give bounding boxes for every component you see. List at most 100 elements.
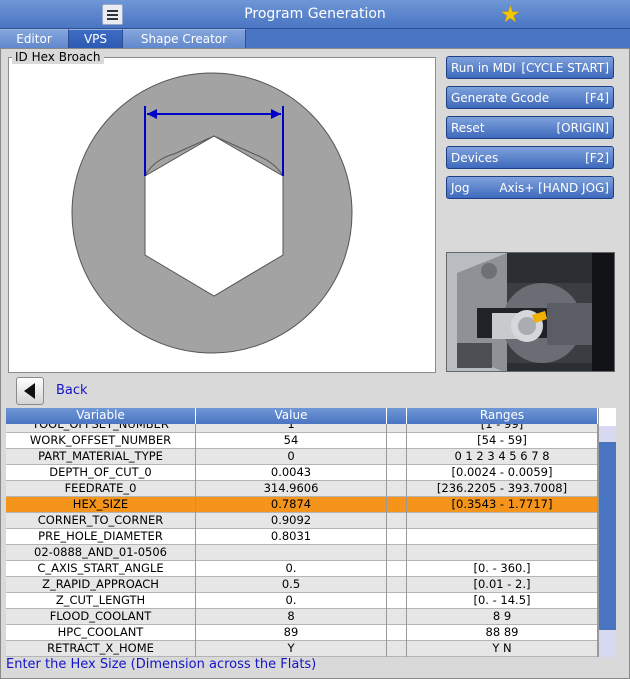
value-cell[interactable]: 0.0043 [196, 465, 387, 481]
value-cell[interactable]: 0.7874 [196, 497, 387, 513]
table-row[interactable]: PART_MATERIAL_TYPE 0 0 1 2 3 4 5 6 7 8 [6, 449, 598, 465]
header-ranges: Ranges [407, 408, 598, 424]
value-cell[interactable]: 0.8031 [196, 529, 387, 545]
table-header: Variable Value Ranges [6, 408, 598, 424]
value-cell[interactable]: 8 [196, 609, 387, 625]
table-row[interactable]: TOOL_OFFSET_NUMBER 1 [1 - 99] [6, 424, 598, 433]
range-cell: [0. - 14.5] [407, 593, 598, 609]
value-cell[interactable]: 1 [196, 424, 387, 433]
star-icon[interactable]: ★ [500, 2, 521, 28]
range-cell: [0.3543 - 1.7717] [407, 497, 598, 513]
range-cell: [54 - 59] [407, 433, 598, 449]
range-cell: [236.2205 - 393.7008] [407, 481, 598, 497]
value-cell[interactable] [196, 545, 387, 561]
button-label: Run in MDI [451, 61, 516, 75]
range-cell: [0.01 - 2.] [407, 577, 598, 593]
range-cell: 0 1 2 3 4 5 6 7 8 [407, 449, 598, 465]
button-shortcut: [ORIGIN] [556, 121, 610, 135]
generate-gcode-button[interactable]: Generate Gcode [F4] [446, 86, 614, 109]
table-row[interactable]: CORNER_TO_CORNER 0.9092 [6, 513, 598, 529]
variable-cell: TOOL_OFFSET_NUMBER [6, 424, 196, 433]
spacer-cell [387, 465, 407, 481]
variable-cell: HEX_SIZE [6, 497, 196, 513]
spacer-cell [387, 529, 407, 545]
spacer-cell [387, 593, 407, 609]
table-row[interactable]: FLOOD_COOLANT 8 8 9 [6, 609, 598, 625]
tab-vps[interactable]: VPS [69, 29, 123, 48]
header-spacer [387, 408, 407, 424]
back-button[interactable] [16, 377, 44, 405]
range-cell: [0. - 360.] [407, 561, 598, 577]
range-cell: Y N [407, 641, 598, 657]
table-row[interactable]: RETRACT_X_HOME Y Y N [6, 641, 598, 657]
header-value: Value [196, 408, 387, 424]
range-cell: [0.0024 - 0.0059] [407, 465, 598, 481]
value-cell[interactable]: 0.9092 [196, 513, 387, 529]
range-cell [407, 513, 598, 529]
variable-cell: Z_CUT_LENGTH [6, 593, 196, 609]
variable-cell: C_AXIS_START_ANGLE [6, 561, 196, 577]
table-scrollbar[interactable] [598, 408, 616, 657]
value-cell[interactable]: 0 [196, 449, 387, 465]
tab-bar: Editor VPS Shape Creator [0, 29, 630, 48]
run-in-mdi-button[interactable]: Run in MDI [CYCLE START] [446, 56, 614, 79]
variable-cell: PRE_HOLE_DIAMETER [6, 529, 196, 545]
value-cell[interactable]: 314.9606 [196, 481, 387, 497]
table-row[interactable]: Z_CUT_LENGTH 0. [0. - 14.5] [6, 593, 598, 609]
variable-cell: FLOOD_COOLANT [6, 609, 196, 625]
value-cell[interactable]: Y [196, 641, 387, 657]
spacer-cell [387, 424, 407, 433]
spacer-cell [387, 497, 407, 513]
table-row[interactable]: C_AXIS_START_ANGLE 0. [0. - 360.] [6, 561, 598, 577]
button-shortcut: [CYCLE START] [521, 61, 609, 75]
table-row-selected[interactable]: HEX_SIZE 0.7874 [0.3543 - 1.7717] [6, 497, 598, 513]
button-label: Generate Gcode [451, 91, 550, 105]
table-row[interactable]: FEEDRATE_0 314.9606 [236.2205 - 393.7008] [6, 481, 598, 497]
value-cell[interactable]: 0.5 [196, 577, 387, 593]
table-row[interactable]: HPC_COOLANT 89 88 89 [6, 625, 598, 641]
table-body: TOOL_OFFSET_NUMBER 1 [1 - 99] WORK_OFFSET_N… [6, 424, 598, 657]
status-message: Enter the Hex Size (Dimension across the… [6, 657, 317, 672]
range-cell: 8 9 [407, 609, 598, 625]
back-arrow-icon [24, 383, 35, 399]
table-row[interactable]: WORK_OFFSET_NUMBER 54 [54 - 59] [6, 433, 598, 449]
range-cell [407, 545, 598, 561]
variable-cell: HPC_COOLANT [6, 625, 196, 641]
hex-broach-diagram [14, 66, 410, 364]
variable-cell: 02-0888_AND_01-0506 [6, 545, 196, 561]
spacer-cell [387, 609, 407, 625]
spacer-cell [387, 481, 407, 497]
devices-button[interactable]: Devices [F2] [446, 146, 614, 169]
value-cell[interactable]: 0. [196, 561, 387, 577]
header-variable: Variable [6, 408, 196, 424]
table-row[interactable]: PRE_HOLE_DIAMETER 0.8031 [6, 529, 598, 545]
table-row[interactable]: 02-0888_AND_01-0506 [6, 545, 598, 561]
button-label: Reset [451, 121, 485, 135]
reset-button[interactable]: Reset [ORIGIN] [446, 116, 614, 139]
spacer-cell [387, 545, 407, 561]
button-label: Devices [451, 151, 499, 165]
spacer-cell [387, 449, 407, 465]
value-cell[interactable]: 89 [196, 625, 387, 641]
value-cell[interactable]: 0. [196, 593, 387, 609]
button-shortcut: Axis+ [HAND JOG] [499, 181, 609, 195]
tab-editor[interactable]: Editor [0, 29, 69, 48]
variable-cell: Z_RAPID_APPROACH [6, 577, 196, 593]
spacer-cell [387, 513, 407, 529]
table-row[interactable]: Z_RAPID_APPROACH 0.5 [0.01 - 2.] [6, 577, 598, 593]
button-label: Jog [451, 181, 470, 195]
table-row[interactable]: DEPTH_OF_CUT_0 0.0043 [0.0024 - 0.0059] [6, 465, 598, 481]
tab-shape-creator[interactable]: Shape Creator [123, 29, 246, 48]
range-cell: 88 89 [407, 625, 598, 641]
panel-title: ID Hex Broach [12, 50, 104, 64]
back-link[interactable]: Back [56, 383, 88, 398]
window-title: Program Generation [244, 6, 386, 22]
button-shortcut: [F4] [585, 91, 609, 105]
value-cell[interactable]: 54 [196, 433, 387, 449]
machine-preview-image [446, 252, 615, 372]
spacer-cell [387, 433, 407, 449]
jog-button[interactable]: Jog Axis+ [HAND JOG] [446, 176, 614, 199]
scrollbar-thumb[interactable] [599, 442, 616, 630]
spacer-cell [387, 561, 407, 577]
variable-cell: FEEDRATE_0 [6, 481, 196, 497]
